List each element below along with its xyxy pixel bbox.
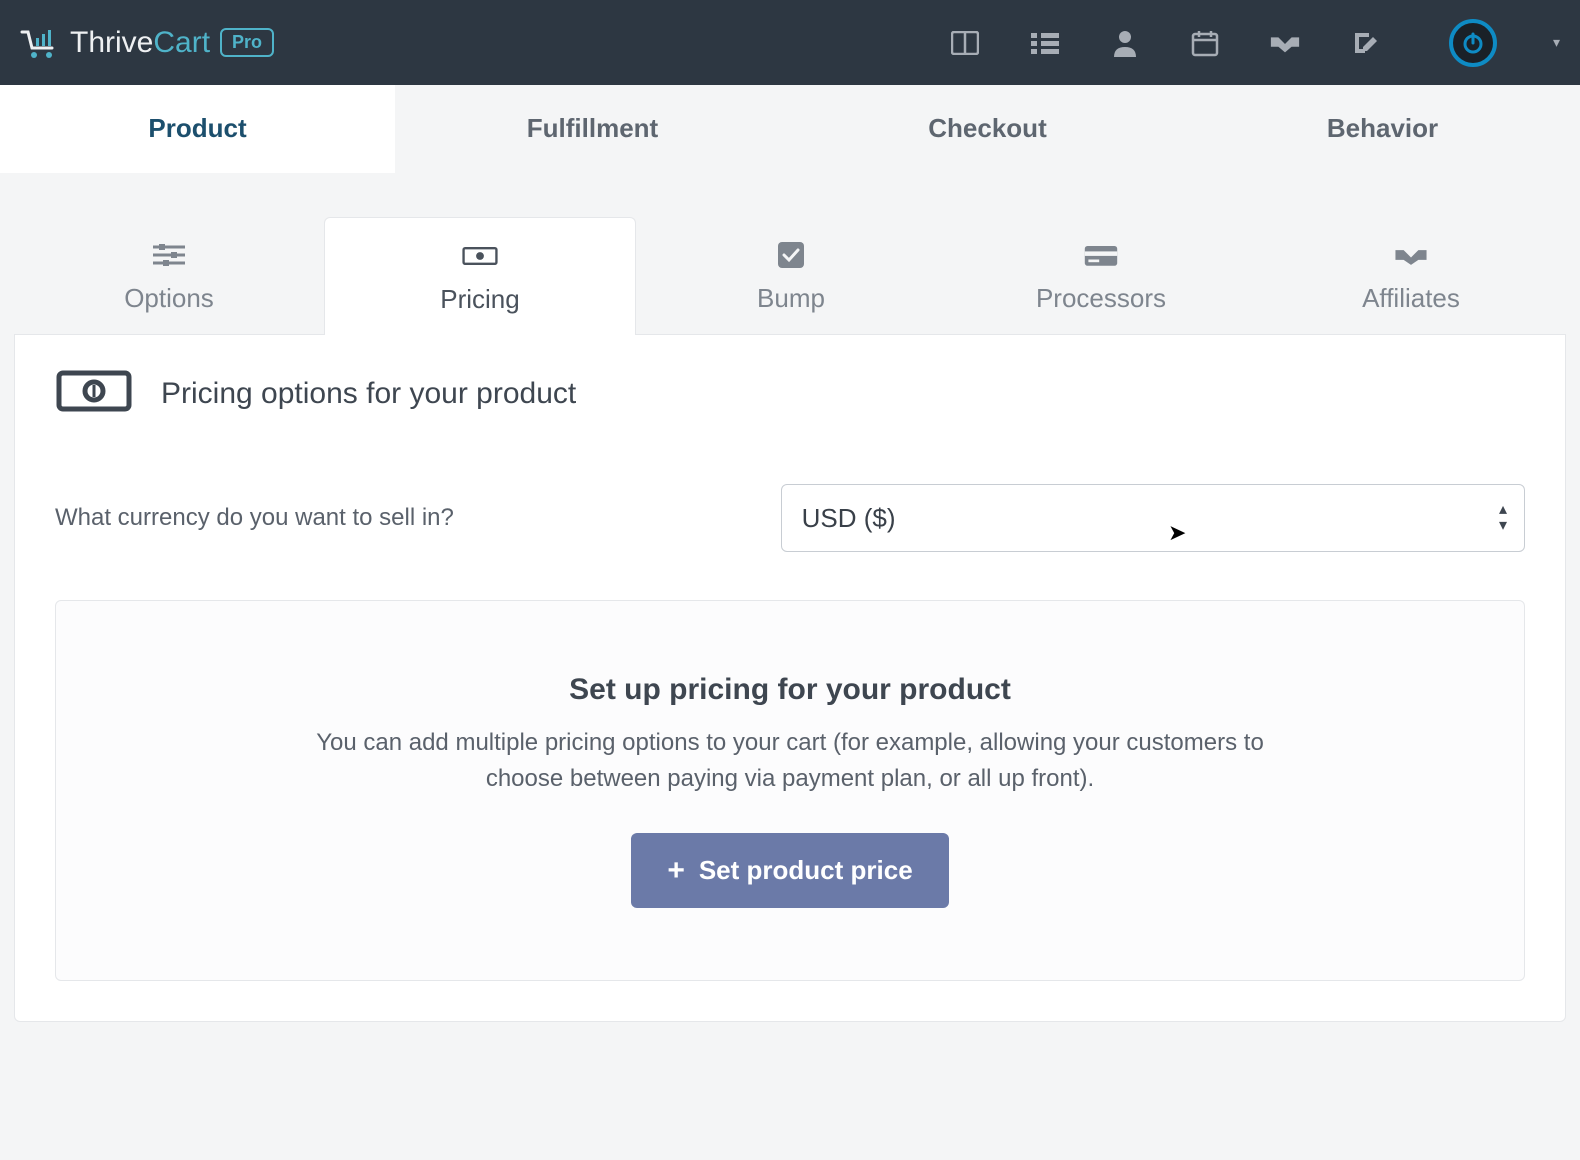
tab-label: Checkout [928, 113, 1046, 143]
subtab-affiliates[interactable]: Affiliates [1256, 217, 1566, 335]
subtab-label: Processors [1036, 283, 1166, 314]
list-icon[interactable] [1029, 27, 1061, 59]
top-navbar: ThriveCart Pro ▾ [0, 0, 1580, 85]
currency-select-wrap: USD ($) ▴▾ [781, 484, 1525, 552]
tab-checkout[interactable]: Checkout [790, 85, 1185, 172]
currency-select[interactable]: USD ($) [781, 484, 1525, 552]
tab-label: Product [148, 113, 246, 143]
plus-icon: + [667, 856, 685, 886]
brand-part2: Cart [153, 26, 210, 59]
brand-logo[interactable]: ThriveCart Pro [20, 26, 274, 60]
card-icon [1083, 241, 1119, 269]
currency-row: What currency do you want to sell in? US… [55, 484, 1525, 552]
panel-title: Pricing options for your product [161, 377, 576, 411]
tab-fulfillment[interactable]: Fulfillment [395, 85, 790, 172]
edit-icon[interactable] [1349, 27, 1381, 59]
pro-badge: Pro [220, 28, 274, 57]
currency-label: What currency do you want to sell in? [55, 504, 761, 532]
brand-text: ThriveCart [70, 26, 210, 60]
subtab-pricing[interactable]: Pricing [324, 217, 636, 335]
tab-behavior[interactable]: Behavior [1185, 85, 1580, 172]
pricing-panel: Pricing options for your product What cu… [14, 334, 1566, 1022]
account-chevron-down-icon[interactable]: ▾ [1553, 34, 1560, 51]
tab-label: Behavior [1327, 113, 1438, 143]
subtab-label: Pricing [440, 284, 519, 315]
handshake-icon [1393, 241, 1429, 269]
handshake-icon[interactable] [1269, 27, 1301, 59]
money-icon [55, 367, 133, 420]
cart-glyph-icon [20, 26, 60, 60]
power-icon [1461, 31, 1485, 55]
pricing-setup-description: You can add multiple pricing options to … [290, 725, 1290, 797]
subtab-options[interactable]: Options [14, 217, 324, 335]
sliders-icon [151, 241, 187, 269]
pricing-setup-box: Set up pricing for your product You can … [55, 600, 1525, 981]
subtab-label: Bump [757, 283, 825, 314]
subtab-bump[interactable]: Bump [636, 217, 946, 335]
user-icon[interactable] [1109, 27, 1141, 59]
main-tab-bar: Product Fulfillment Checkout Behavior [0, 85, 1580, 172]
brand-part1: Thrive [70, 26, 153, 59]
money-icon [462, 242, 498, 270]
columns-icon[interactable] [949, 27, 981, 59]
subtab-label: Affiliates [1362, 283, 1460, 314]
sub-tab-bar: Options Pricing Bump Processors Affiliat… [14, 217, 1566, 335]
calendar-icon[interactable] [1189, 27, 1221, 59]
subtab-processors[interactable]: Processors [946, 217, 1256, 335]
panel-header: Pricing options for your product [55, 367, 1525, 420]
set-product-price-button[interactable]: + Set product price [631, 833, 948, 908]
topbar-icon-group: ▾ [949, 19, 1560, 67]
tab-label: Fulfillment [527, 113, 658, 143]
button-label: Set product price [699, 855, 913, 886]
power-button[interactable] [1449, 19, 1497, 67]
check-icon [773, 241, 809, 269]
subtab-label: Options [124, 283, 214, 314]
pricing-setup-title: Set up pricing for your product [96, 673, 1484, 707]
tab-product[interactable]: Product [0, 85, 395, 172]
